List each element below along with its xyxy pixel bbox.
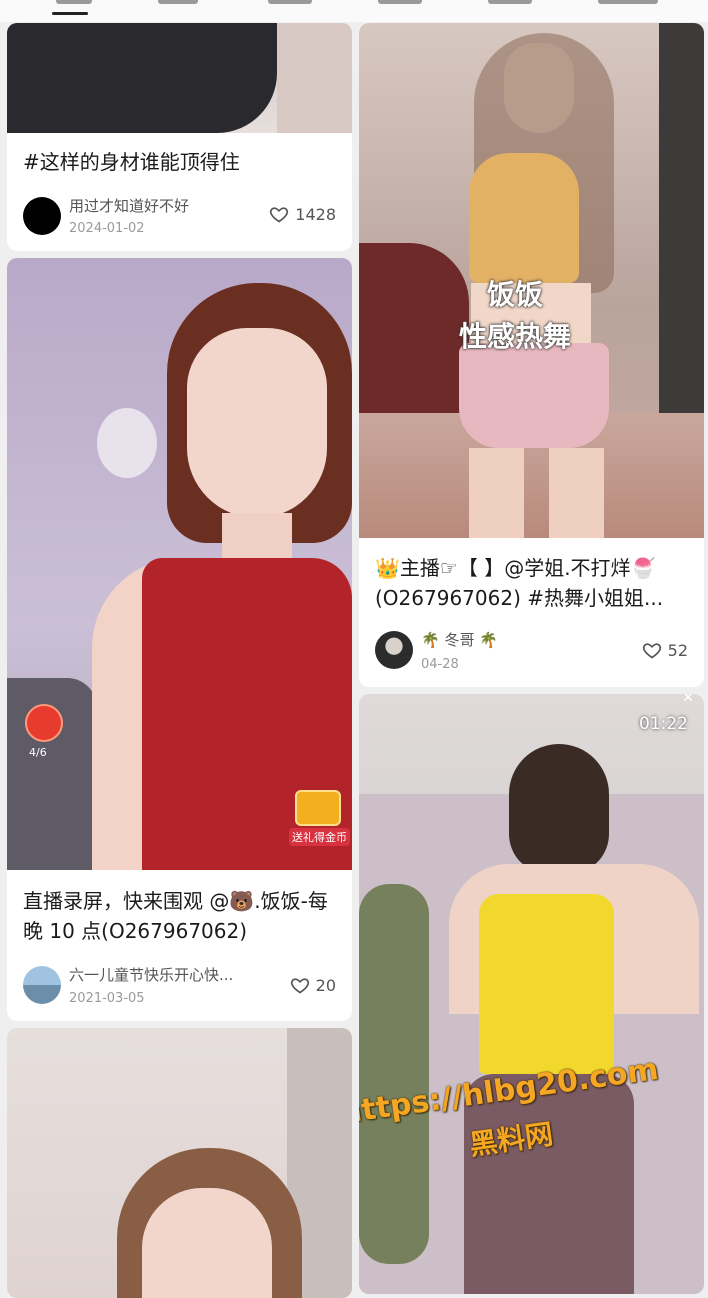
cover-shape	[469, 153, 579, 283]
like-button[interactable]: 52	[642, 640, 688, 660]
feed-card[interactable]: 饭饭 性感热舞 👑主播☞【 】@学姐.不打烊🍧 (O267967062) #热舞…	[359, 23, 704, 687]
video-overlay-line2: 性感热舞	[459, 320, 572, 353]
author-name[interactable]: 六一儿童节快乐开心快...	[69, 964, 269, 985]
cover-shape	[659, 23, 704, 423]
card-title[interactable]: 👑主播☞【 】@学姐.不打烊🍧 (O267967062) #热舞小姐姐...	[375, 553, 692, 613]
feed-card[interactable]: 01:22 ✕ https://hlbg20.com 黑料网	[359, 694, 704, 1294]
heart-icon	[270, 207, 289, 223]
tab-fragment[interactable]	[56, 0, 92, 4]
video-overlay-line1: 饭饭	[487, 278, 544, 311]
cover-image[interactable]: 01:22 ✕ https://hlbg20.com 黑料网	[359, 694, 704, 1294]
cover-image[interactable]: 饭饭 性感热舞	[359, 23, 704, 538]
heart-icon	[290, 978, 309, 994]
cover-shape	[277, 23, 352, 133]
cover-shape	[142, 1188, 272, 1298]
feed-card[interactable]: #这样的身材谁能顶得住 用过才知道好不好 2024-01-02 1428	[7, 23, 352, 251]
like-count: 1428	[295, 204, 336, 224]
gift-chest-icon[interactable]	[295, 790, 341, 826]
cover-image[interactable]: 4/6 送礼得金币	[7, 258, 352, 870]
like-count: 20	[315, 975, 336, 995]
tab-fragment[interactable]	[158, 0, 198, 4]
active-tab-indicator	[52, 12, 88, 15]
video-duration: 01:22	[639, 714, 688, 734]
card-title[interactable]: #这样的身材谁能顶得住	[23, 147, 340, 177]
tab-fragment[interactable]	[598, 0, 658, 4]
top-tab-bar	[0, 0, 708, 22]
card-title[interactable]: 直播录屏，快来围观 @🐻.饭饭-每晚 10 点(O267967062)	[23, 886, 340, 946]
cover-image[interactable]	[7, 1028, 352, 1298]
red-packet-icon[interactable]	[25, 704, 63, 742]
feed-card[interactable]: 4/6 送礼得金币 直播录屏，快来围观 @🐻.饭饭-每晚 10 点(O26796…	[7, 258, 352, 1021]
author-avatar[interactable]	[23, 966, 61, 1004]
cover-shape	[97, 408, 157, 478]
feed-card[interactable]	[7, 1028, 352, 1298]
like-count: 52	[667, 640, 688, 660]
cover-shape	[479, 894, 614, 1074]
cover-shape	[187, 328, 327, 518]
close-icon[interactable]: ✕	[682, 694, 694, 706]
tab-fragment[interactable]	[268, 0, 312, 4]
author-name[interactable]: 用过才知道好不好	[69, 195, 239, 216]
cover-shape	[459, 343, 609, 448]
like-button[interactable]: 1428	[269, 204, 336, 224]
cover-shape	[549, 448, 604, 538]
heart-icon	[642, 643, 661, 659]
cover-shape	[359, 243, 469, 413]
post-date: 2021-03-05	[69, 991, 145, 1006]
post-date: 2024-01-02	[69, 221, 145, 236]
cover-shape	[509, 744, 609, 874]
author-avatar[interactable]	[23, 197, 61, 235]
tab-fragment[interactable]	[378, 0, 422, 4]
cover-shape	[469, 448, 524, 538]
cover-shape	[7, 23, 277, 133]
like-button[interactable]: 20	[290, 975, 336, 995]
cover-shape	[359, 884, 429, 1264]
red-packet-count: 4/6	[29, 746, 47, 759]
author-name[interactable]: 🌴 冬哥 🌴	[421, 629, 601, 650]
author-avatar[interactable]	[375, 631, 413, 669]
gift-label: 送礼得金币	[289, 828, 350, 846]
post-date: 04-28	[421, 657, 459, 672]
tab-fragment[interactable]	[488, 0, 532, 4]
cover-image[interactable]	[7, 23, 352, 133]
